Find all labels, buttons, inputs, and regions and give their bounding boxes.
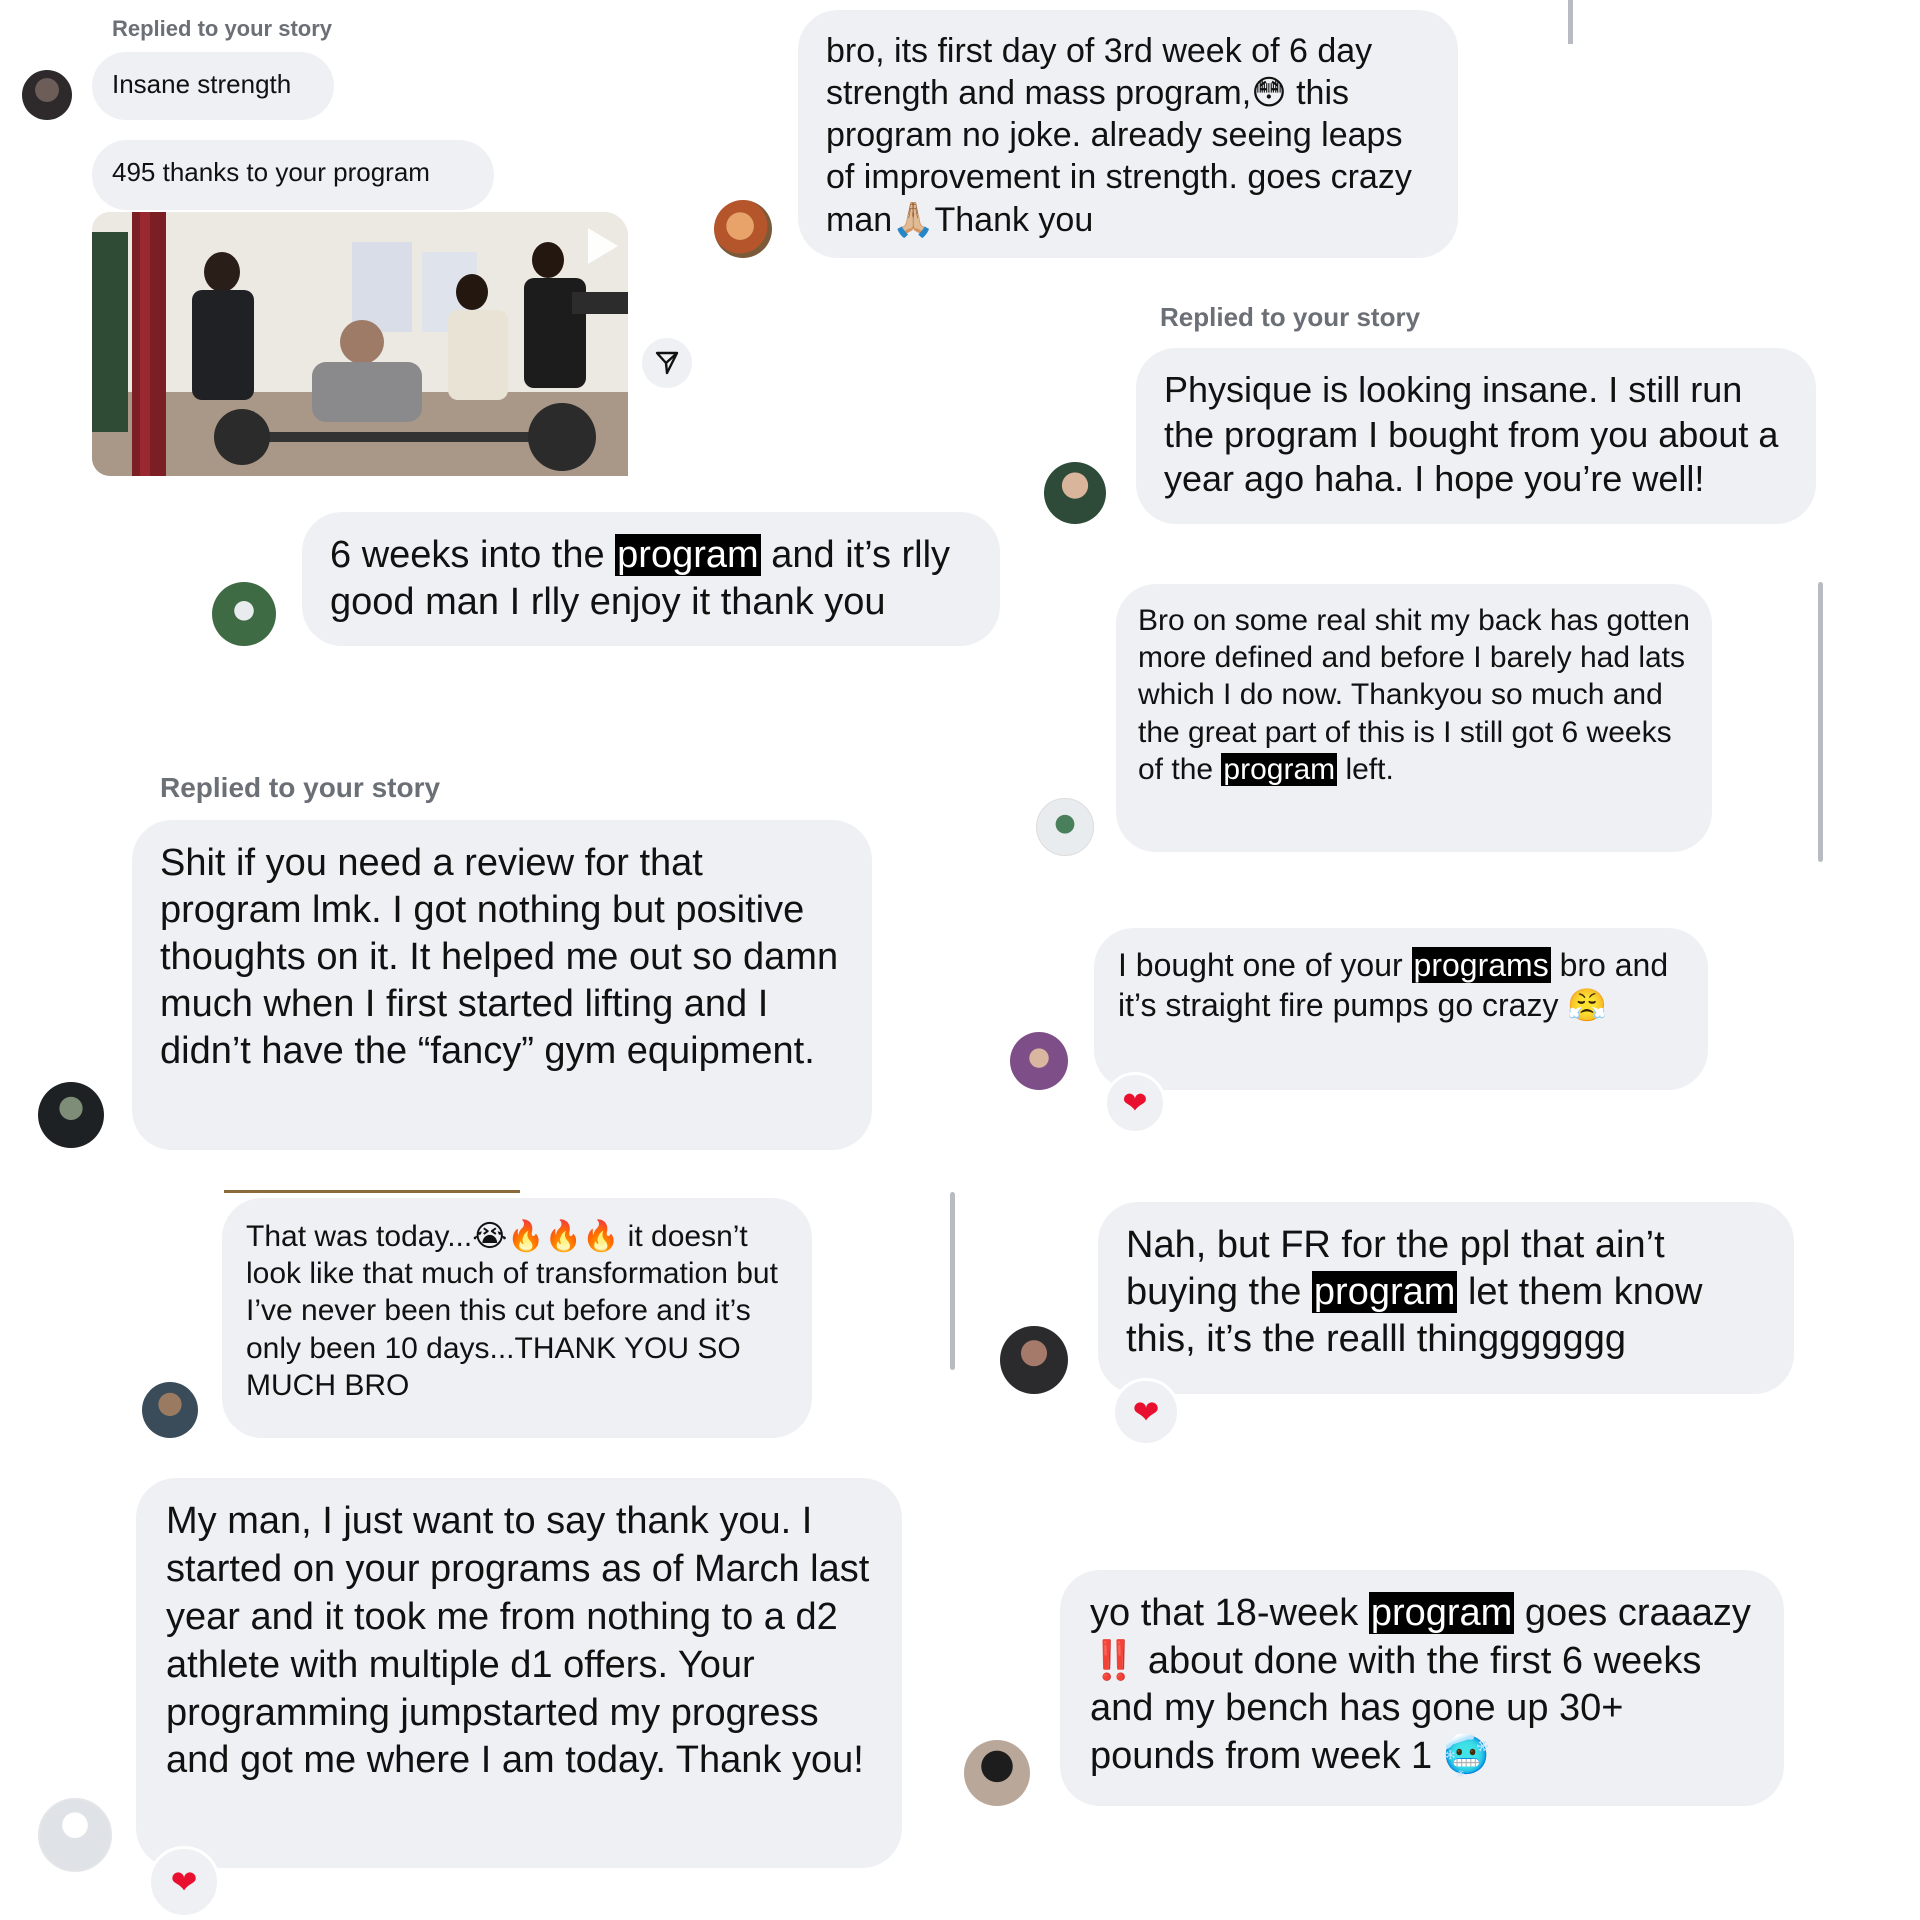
story-reply-label: Replied to your story bbox=[1160, 302, 1421, 332]
message-text: left. bbox=[1337, 752, 1394, 786]
message-bubble[interactable]: yo that 18-week program goes craaazy ‼️ … bbox=[1060, 1570, 1784, 1806]
video-thumbnail[interactable] bbox=[92, 212, 628, 476]
crying-fire-emoji-icon: 😭🔥🔥🔥 bbox=[472, 1219, 620, 1254]
avatar[interactable] bbox=[22, 70, 72, 120]
message-text: about done with the first 6 weeks and my… bbox=[1090, 1640, 1712, 1778]
avatar[interactable] bbox=[38, 1082, 104, 1148]
scroll-indicator bbox=[950, 1192, 955, 1370]
message-bubble[interactable]: 495 thanks to your program bbox=[92, 140, 494, 210]
avatar[interactable] bbox=[1000, 1326, 1068, 1394]
avatar[interactable] bbox=[212, 582, 276, 646]
scroll-indicator bbox=[1568, 0, 1573, 44]
message-bubble[interactable]: Insane strength bbox=[92, 52, 334, 120]
message-text: Shit if you need a review for that progr… bbox=[160, 842, 849, 1073]
message-bubble[interactable]: 6 weeks into the program and it’s rlly g… bbox=[302, 512, 1000, 646]
message-text: 495 thanks to your program bbox=[112, 157, 430, 187]
avatar[interactable] bbox=[714, 200, 772, 258]
praying-hands-emoji-icon: 🙏🏼 bbox=[892, 199, 935, 240]
paper-plane-icon bbox=[655, 351, 679, 375]
double-exclamation-icon: ‼️ bbox=[1090, 1638, 1138, 1683]
cold-face-emoji-icon: 🥶 bbox=[1442, 1733, 1491, 1778]
message-text: Physique is looking insane. I still run … bbox=[1164, 369, 1789, 500]
heart-reaction-icon[interactable]: ❤ bbox=[148, 1846, 220, 1918]
message-text: 6 weeks into the bbox=[330, 534, 616, 576]
scroll-indicator bbox=[1818, 582, 1823, 862]
highlighted-word: program bbox=[1221, 752, 1338, 786]
message-bubble[interactable]: My man, I just want to say thank you. I … bbox=[136, 1478, 902, 1868]
gym-photo bbox=[92, 212, 628, 476]
message-text: My man, I just want to say thank you. I … bbox=[166, 1500, 880, 1782]
default-avatar-icon[interactable] bbox=[38, 1798, 112, 1872]
story-reply-label: Replied to your story bbox=[160, 772, 441, 803]
message-bubble[interactable]: Physique is looking insane. I still run … bbox=[1136, 348, 1816, 524]
message-text: yo that 18-week bbox=[1090, 1592, 1369, 1634]
highlighted-word: programs bbox=[1411, 947, 1551, 983]
message-bubble[interactable]: bro, its first day of 3rd week of 6 day … bbox=[798, 10, 1458, 258]
message-text: goes craaazy bbox=[1514, 1592, 1762, 1634]
avatar[interactable] bbox=[1010, 1032, 1068, 1090]
share-button[interactable] bbox=[642, 338, 692, 388]
message-text: I bought one of your bbox=[1118, 947, 1412, 983]
heart-reaction-icon[interactable]: ❤ bbox=[1112, 1378, 1180, 1446]
avatar[interactable] bbox=[964, 1740, 1030, 1806]
avatar[interactable] bbox=[1036, 798, 1094, 856]
message-bubble[interactable]: That was today...😭🔥🔥🔥 it doesn’t look li… bbox=[222, 1198, 812, 1438]
highlighted-word: program bbox=[615, 534, 761, 576]
flushed-emoji-icon: 😳 bbox=[1251, 73, 1287, 114]
message-bubble[interactable]: I bought one of your programs bro and it… bbox=[1094, 928, 1708, 1090]
avatar[interactable] bbox=[1044, 462, 1106, 524]
message-bubble[interactable]: Nah, but FR for the ppl that ain’t buyin… bbox=[1098, 1202, 1794, 1394]
message-bubble[interactable]: Bro on some real shit my back has gotten… bbox=[1116, 584, 1712, 852]
story-reply-label: Replied to your story bbox=[112, 16, 333, 41]
avatar[interactable] bbox=[142, 1382, 198, 1438]
message-bubble[interactable]: Shit if you need a review for that progr… bbox=[132, 820, 872, 1150]
message-text: That was today... bbox=[246, 1220, 473, 1253]
steam-face-emoji-icon: 😤 bbox=[1567, 985, 1608, 1024]
message-text: Thank you bbox=[934, 200, 1094, 239]
play-icon[interactable] bbox=[588, 228, 618, 264]
message-text: Insane strength bbox=[112, 69, 292, 99]
highlighted-word: program bbox=[1368, 1592, 1515, 1634]
media-edge bbox=[224, 1190, 520, 1193]
highlighted-word: program bbox=[1311, 1271, 1458, 1314]
heart-reaction-icon[interactable]: ❤ bbox=[1104, 1072, 1166, 1134]
